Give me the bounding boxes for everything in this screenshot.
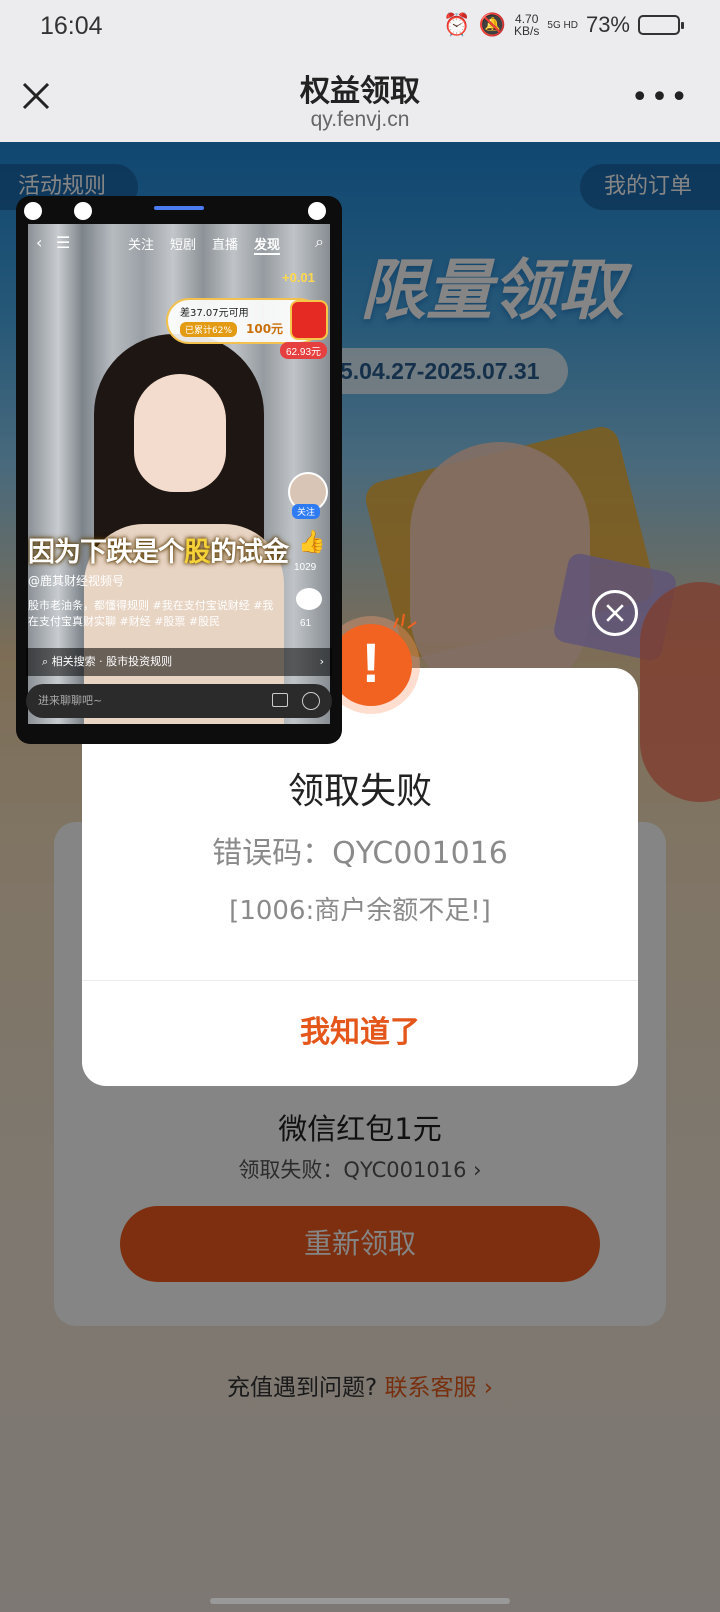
minimize-icon[interactable] <box>74 202 92 220</box>
tab-discover[interactable]: 发现 <box>254 234 281 255</box>
chevron-right-icon: › <box>319 655 324 668</box>
more-icon[interactable]: ••• <box>631 83 690 113</box>
dialog-title: 领取失败 <box>287 771 432 812</box>
follow-button[interactable]: 关注 <box>292 504 321 519</box>
amount-badge: 62.93元 <box>280 342 328 359</box>
floating-video-window[interactable]: ‹ ☰ 关注 短剧 直播 发现 ⌕ +0.01 差37.07元可用 已累计62%… <box>16 196 342 744</box>
menu-icon[interactable]: ☰ <box>56 233 70 252</box>
status-icons: ⏰ 🔕 4.70 KB/s 5G HD 73% <box>443 12 684 38</box>
emoji-icon[interactable] <box>302 692 320 710</box>
signal-indicator: 5G HD <box>547 19 578 31</box>
red-envelope-icon[interactable] <box>290 300 328 340</box>
tab-following[interactable]: 关注 <box>128 234 154 253</box>
mute-icon: 🔕 <box>478 12 507 37</box>
bonus-text: +0.01 <box>282 270 315 285</box>
related-search[interactable]: ⌕ 相关搜索 · 股市投资规则 › <box>26 648 332 676</box>
net-speed: 4.70 KB/s <box>514 12 540 38</box>
back-icon[interactable]: ‹ <box>36 233 42 252</box>
pip-toolbar <box>16 196 342 222</box>
close-icon[interactable] <box>308 202 326 220</box>
comment-count: 61 <box>300 618 312 629</box>
comment-icon[interactable] <box>296 588 322 610</box>
tab-live[interactable]: 直播 <box>212 234 238 253</box>
search-icon: ⌕ <box>42 655 52 668</box>
pip-tab-bar: ‹ ☰ 关注 短剧 直播 发现 ⌕ <box>28 230 330 258</box>
nav-bar: 权益领取 qy.fenvj.cn ••• <box>0 56 720 142</box>
warning-icon: ! <box>330 624 412 706</box>
comment-input[interactable]: 进来聊聊吧~ <box>26 684 332 718</box>
alarm-icon: ⏰ <box>443 12 471 37</box>
sparkle-icon <box>393 613 417 629</box>
confirm-button[interactable]: 我知道了 <box>82 980 638 1086</box>
video-author[interactable]: @鹿其财经视频号 <box>28 572 124 589</box>
battery-icon <box>638 15 684 35</box>
error-code: 错误码：QYC001016 <box>212 836 508 871</box>
error-detail: [1006:商户余额不足!] <box>229 896 491 926</box>
tab-short-drama[interactable]: 短剧 <box>170 234 196 253</box>
search-icon[interactable]: ⌕ <box>315 232 324 252</box>
image-icon[interactable] <box>272 693 288 707</box>
page-title: 权益领取 <box>300 74 420 109</box>
video-caption: 因为下跌是个股的试金 <box>28 537 289 568</box>
status-time: 16:04 <box>40 12 103 40</box>
drag-handle[interactable] <box>154 206 204 210</box>
video-description: 股市老油条，都懂得规则 #我在支付宝说财经 #我在支付宝真财实聊 #财经 #股票… <box>28 599 274 628</box>
status-bar: 16:04 ⏰ 🔕 4.70 KB/s 5G HD 73% <box>0 0 720 56</box>
page-url: qy.fenvj.cn <box>310 108 410 131</box>
battery-percent: 73% <box>585 12 630 37</box>
expand-icon[interactable] <box>24 202 42 220</box>
video-person <box>134 374 226 492</box>
home-indicator[interactable] <box>210 1598 510 1604</box>
close-icon[interactable] <box>592 590 638 636</box>
